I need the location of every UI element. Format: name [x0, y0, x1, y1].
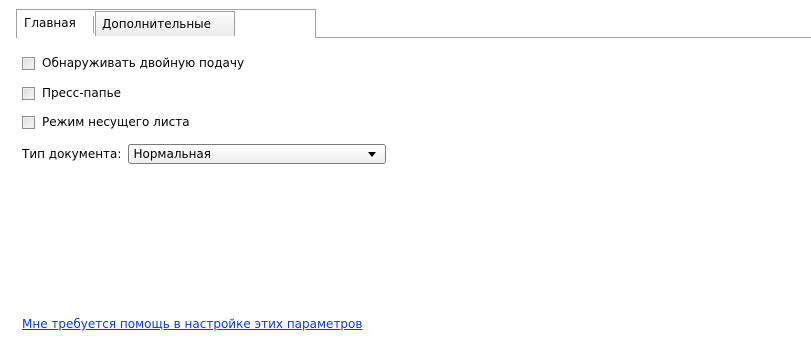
document-type-select[interactable]: Нормальная [128, 144, 387, 164]
chevron-down-icon [368, 152, 377, 157]
double-feed-label: Обнаруживать двойную подачу [42, 56, 245, 70]
document-type-row: Тип документа: Нормальная [22, 143, 387, 165]
double-feed-option[interactable]: Обнаруживать двойную подачу [22, 55, 244, 71]
settings-panel: Главная Дополнительные Обнаруживать двой… [0, 0, 811, 341]
double-feed-checkbox[interactable] [22, 56, 35, 70]
paperweight-label: Пресс-папье [42, 86, 122, 100]
paperweight-option[interactable]: Пресс-папье [22, 85, 121, 101]
tab-advanced-label: Дополнительные [102, 17, 212, 31]
document-type-label: Тип документа: [22, 147, 122, 161]
carrier-sheet-option[interactable]: Режим несущего листа [22, 114, 190, 130]
tab-main[interactable]: Главная Дополнительные [16, 9, 316, 38]
carrier-sheet-checkbox[interactable] [22, 115, 35, 129]
tab-advanced[interactable]: Дополнительные [95, 11, 235, 36]
document-type-value: Нормальная [133, 147, 212, 161]
help-link[interactable]: Мне требуется помощь в настройке этих па… [22, 317, 362, 331]
tab-main-label: Главная [24, 16, 76, 30]
carrier-sheet-label: Режим несущего листа [42, 115, 190, 129]
tab-baseline [316, 37, 811, 38]
paperweight-checkbox[interactable] [22, 86, 35, 100]
tab-strip: Главная Дополнительные [0, 9, 811, 38]
tab-divider [93, 16, 94, 33]
